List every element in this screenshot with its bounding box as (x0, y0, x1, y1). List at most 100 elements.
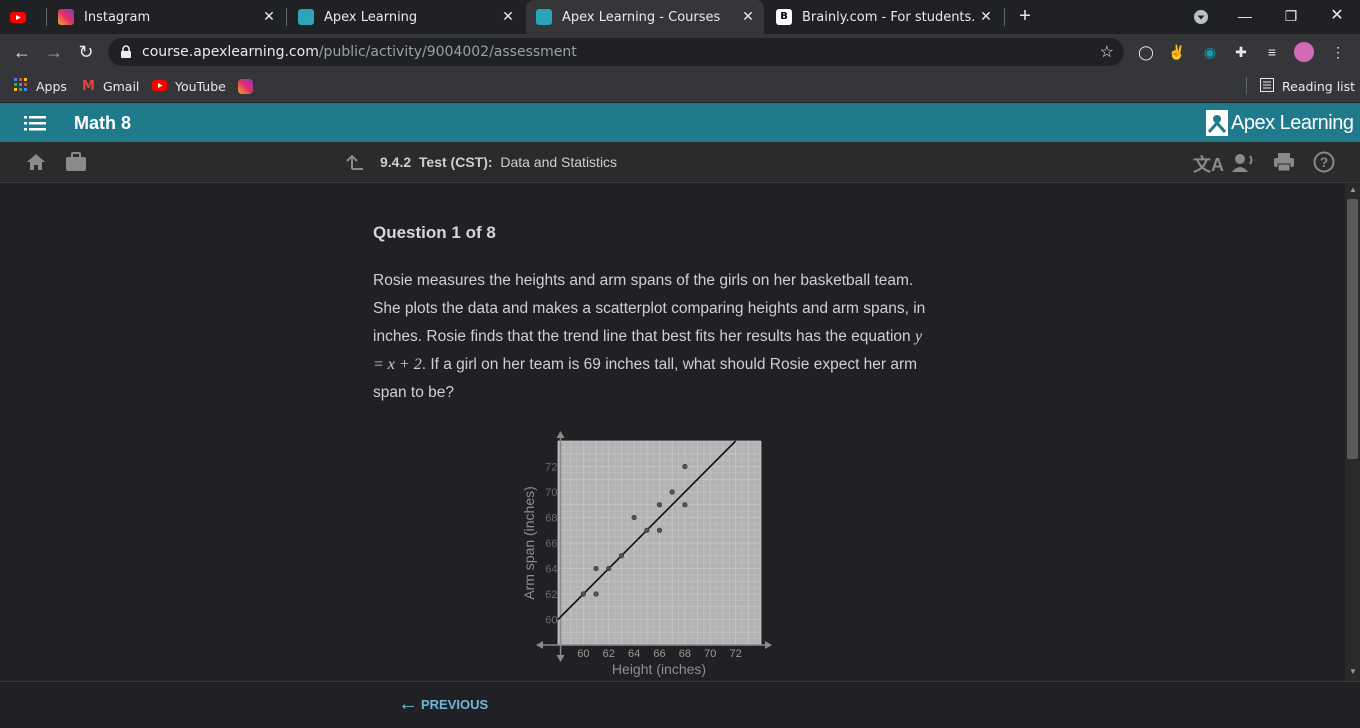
browser-toolbar: ← → ↻ course.apexlearning.com/public/act… (0, 34, 1360, 70)
data-point (606, 565, 612, 572)
bookmark-gmail[interactable]: M Gmail (82, 76, 139, 96)
data-point (656, 527, 663, 533)
youtube-icon (152, 79, 167, 94)
reading-list-button[interactable]: Reading list (1260, 76, 1355, 96)
up-arrow-icon[interactable] (346, 153, 364, 176)
data-point (618, 553, 625, 559)
data-point (656, 502, 663, 508)
minimize-button[interactable]: — (1222, 0, 1268, 34)
question-text: Rosie measures the heights and arm spans… (373, 267, 933, 407)
question-text-part1: Rosie measures the heights and arm spans… (373, 272, 926, 345)
bookmark-label: YouTube (175, 78, 226, 94)
course-header: Math 8 Apex Learning (0, 103, 1360, 142)
print-icon[interactable] (1273, 152, 1295, 177)
extension-icon[interactable]: ◯ (1136, 42, 1156, 62)
scrollbar[interactable]: ▲ ▼ (1345, 183, 1360, 681)
forward-button[interactable]: → (41, 40, 67, 64)
bookmark-star-icon[interactable]: ☆ (1100, 42, 1114, 62)
activity-breadcrumb: 9.4.2 Test (CST): Data and Statistics (380, 154, 617, 170)
bookmarks-bar: Apps M Gmail YouTube Reading list (0, 70, 1360, 102)
previous-button[interactable]: ← PREVIOUS (398, 693, 489, 715)
tab-youtube[interactable] (10, 0, 46, 34)
back-button[interactable]: ← (9, 40, 35, 64)
svg-text:?: ? (1320, 154, 1329, 170)
tab-apex-learning-courses[interactable]: Apex Learning - Courses ✕ (526, 0, 764, 34)
data-point (669, 489, 675, 495)
question-title: Question 1 of 8 (373, 223, 496, 242)
briefcase-icon[interactable] (65, 152, 87, 177)
close-icon[interactable]: ✕ (261, 9, 277, 25)
new-tab-button[interactable]: + (1002, 0, 1048, 34)
tab-label: Brainly.com - For students. By stu (802, 9, 977, 25)
y-axis-arrow (556, 655, 565, 662)
close-icon[interactable]: ✕ (500, 9, 516, 25)
close-window-button[interactable]: ✕ (1314, 0, 1360, 34)
instagram-icon (58, 9, 74, 25)
instagram-icon (238, 78, 253, 94)
tab-apex-learning[interactable]: Apex Learning ✕ (290, 0, 524, 34)
menu-icon[interactable]: ⋮ (1328, 42, 1348, 62)
extension-icon[interactable]: ◉ (1200, 42, 1220, 62)
bookmark-instagram[interactable] (238, 76, 253, 96)
previous-label: PREVIOUS (421, 696, 489, 712)
x-axis-arrow (765, 641, 772, 649)
puzzle-icon[interactable]: ✚ (1231, 42, 1251, 62)
help-icon[interactable]: ? (1313, 151, 1335, 178)
brainly-icon: B (776, 9, 792, 25)
bookmark-youtube[interactable]: YouTube (152, 76, 226, 96)
scatterplot-svg: 60 62 64 66 68 70 72 60 62 64 66 68 70 72 Height (inc… (521, 431, 772, 677)
scatterplot-chart: 60 62 64 66 68 70 72 60 62 64 66 68 70 72 Height (inc… (515, 428, 780, 681)
data-point (682, 463, 688, 470)
address-bar[interactable]: course.apexlearning.com/public/activity/… (108, 38, 1124, 66)
data-point (644, 527, 650, 533)
activity-number: 9.4.2 (380, 154, 412, 170)
y-tick-label: 60 (545, 615, 557, 627)
bookmark-label: Gmail (102, 78, 140, 94)
browser-tab-strip: Instagram ✕ Apex Learning ✕ Apex Learnin… (0, 0, 1360, 34)
hamburger-menu-icon[interactable] (24, 114, 46, 137)
close-icon[interactable]: ✕ (978, 9, 994, 25)
x-tick-label: 60 (577, 648, 589, 660)
y-tick-label: 64 (545, 564, 557, 576)
navigation-footer: ← PREVIOUS (0, 681, 1360, 728)
y-axis-label: Arm span (inches) (521, 486, 537, 600)
media-control-icon[interactable]: ≡ (1262, 42, 1282, 62)
extension-icon[interactable]: ✌ (1167, 42, 1187, 62)
x-tick-label: 68 (679, 648, 691, 660)
apex-learning-icon (536, 9, 552, 25)
tab-brainly[interactable]: B Brainly.com - For students. By stu ✕ (766, 0, 1002, 34)
url-text: course.apexlearning.com/public/activity/… (142, 44, 577, 60)
translate-icon[interactable]: 文A (1193, 151, 1224, 177)
home-icon[interactable] (26, 152, 46, 177)
x-tick-label: 62 (603, 648, 615, 660)
close-icon[interactable]: ✕ (740, 9, 756, 25)
y-tick-label: 72 (545, 462, 557, 474)
bookmark-label: Apps (36, 78, 67, 94)
lock-icon (120, 45, 132, 64)
youtube-icon (10, 11, 26, 23)
x-tick-label: 72 (730, 648, 742, 660)
reload-button[interactable]: ↻ (73, 40, 99, 64)
apps-grid-icon (14, 77, 28, 95)
apex-learning-icon (298, 9, 314, 25)
bookmark-apps[interactable]: Apps (14, 76, 67, 96)
brand-name: Apex Learning (1231, 112, 1354, 134)
reading-list-icon (1260, 77, 1274, 95)
restore-button[interactable]: ❐ (1268, 0, 1314, 34)
x-tick-label: 64 (628, 648, 640, 660)
gmail-icon: M (82, 78, 95, 94)
y-tick-label: 66 (545, 538, 557, 550)
avatar[interactable] (1294, 42, 1314, 62)
course-title: Math 8 (74, 113, 132, 133)
data-point (593, 591, 599, 597)
y-axis-arrow (556, 431, 565, 438)
arrow-left-icon: ← (398, 693, 418, 715)
tab-label: Instagram (84, 9, 151, 25)
tab-label: Apex Learning - Courses (562, 9, 721, 25)
text-to-speech-icon[interactable] (1232, 152, 1256, 177)
scrollbar-thumb[interactable] (1347, 199, 1358, 459)
activity-title: Data and Statistics (500, 154, 618, 170)
tab-instagram[interactable]: Instagram ✕ (52, 0, 285, 34)
activity-bar: 9.4.2 Test (CST): Data and Statistics 文A… (0, 142, 1360, 183)
tab-search-button[interactable] (1178, 0, 1224, 34)
